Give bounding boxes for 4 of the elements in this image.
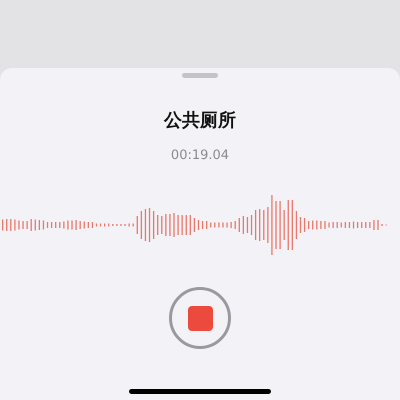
stop-icon [188, 306, 212, 330]
stop-button[interactable] [169, 287, 231, 349]
elapsed-time: 00:19.04 [170, 148, 230, 164]
recording-title: 公共厕所 [164, 109, 236, 133]
